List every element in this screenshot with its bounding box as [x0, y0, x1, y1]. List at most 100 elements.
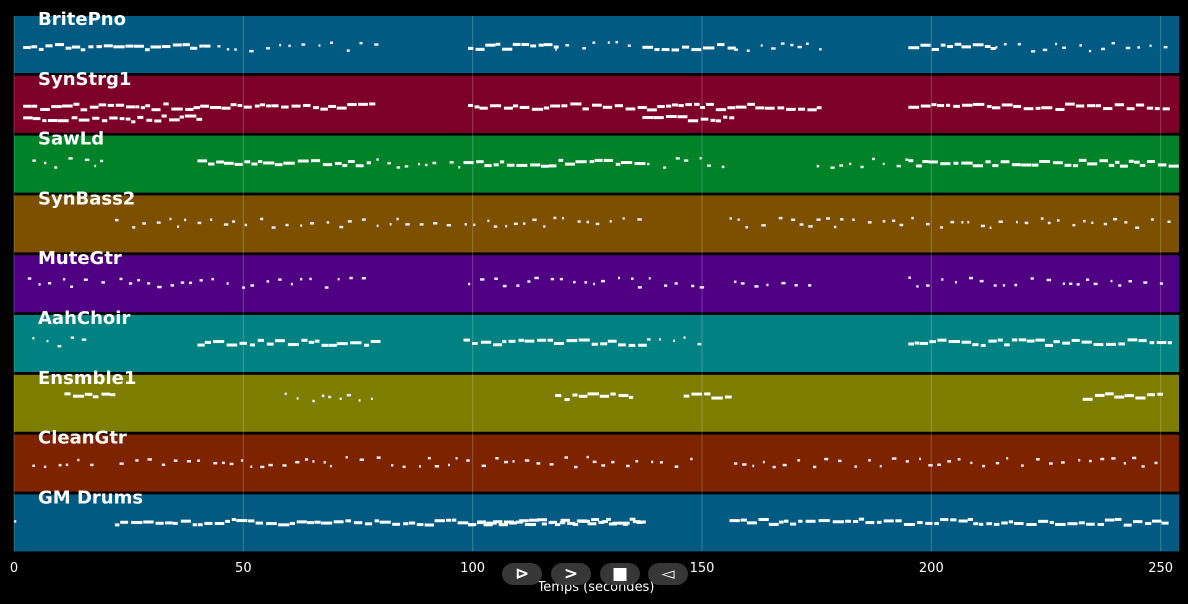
note — [23, 46, 31, 50]
note — [464, 223, 467, 226]
note — [244, 223, 248, 227]
note — [740, 282, 745, 285]
note — [180, 281, 185, 284]
note — [558, 158, 564, 162]
note — [80, 48, 86, 52]
note — [309, 277, 312, 281]
track-label: SynBass2 — [38, 188, 135, 209]
note — [266, 280, 270, 283]
note — [1118, 284, 1122, 287]
note — [646, 338, 651, 341]
note — [717, 43, 725, 47]
note — [94, 164, 97, 168]
note — [1097, 522, 1104, 526]
note — [979, 522, 984, 526]
note — [1072, 164, 1079, 168]
note — [1151, 519, 1162, 523]
note — [70, 336, 75, 339]
note — [972, 43, 984, 47]
note — [27, 277, 32, 280]
note — [683, 336, 686, 339]
note — [32, 104, 38, 108]
note — [342, 164, 348, 168]
note — [1075, 104, 1085, 108]
note — [260, 217, 264, 221]
note — [31, 45, 38, 49]
note — [559, 277, 563, 281]
note — [193, 106, 200, 110]
note — [1083, 219, 1086, 223]
note — [281, 105, 289, 109]
note — [249, 343, 256, 347]
note — [504, 460, 509, 464]
note — [83, 278, 88, 281]
note — [1167, 220, 1171, 224]
note — [950, 220, 955, 224]
rewind-button[interactable]: ◅ — [648, 563, 688, 585]
note — [1115, 160, 1120, 164]
note — [161, 114, 167, 118]
note — [524, 523, 537, 527]
note — [120, 520, 129, 524]
note — [697, 342, 702, 346]
note — [302, 103, 311, 107]
note — [953, 161, 959, 165]
track-label: SawLd — [38, 129, 104, 150]
note — [1023, 107, 1034, 111]
note — [1078, 521, 1085, 525]
note — [236, 519, 248, 523]
note — [334, 161, 342, 165]
note — [365, 522, 373, 526]
note — [867, 221, 872, 224]
note — [1114, 395, 1125, 399]
fast-forward-button[interactable]: > — [551, 563, 591, 585]
note — [915, 164, 922, 168]
play-button[interactable]: ⊳ — [502, 563, 542, 585]
note — [209, 106, 222, 110]
note — [1093, 282, 1098, 286]
note — [950, 518, 957, 522]
note — [278, 278, 282, 281]
note — [446, 518, 452, 522]
note — [805, 42, 809, 45]
note — [931, 48, 939, 52]
note — [204, 340, 211, 344]
note — [879, 465, 882, 468]
stop-button[interactable]: ■ — [600, 563, 640, 585]
note — [582, 47, 587, 50]
note — [622, 217, 625, 220]
note — [615, 40, 619, 44]
note — [300, 224, 303, 227]
note — [729, 519, 740, 523]
note — [687, 119, 699, 123]
note — [1127, 338, 1138, 342]
note — [353, 521, 363, 525]
note — [599, 394, 610, 398]
note — [321, 394, 325, 398]
note — [586, 220, 590, 224]
note — [324, 286, 329, 289]
note — [908, 276, 911, 279]
note — [1001, 103, 1013, 107]
note — [77, 458, 80, 462]
note — [216, 160, 224, 164]
note — [1078, 158, 1087, 162]
note — [908, 159, 914, 163]
note — [553, 342, 564, 346]
note — [1079, 44, 1082, 47]
note — [641, 520, 646, 524]
note — [808, 225, 813, 228]
note — [548, 164, 557, 168]
note — [346, 49, 350, 52]
note — [217, 45, 221, 48]
note — [405, 223, 410, 226]
note — [137, 278, 141, 282]
note — [666, 104, 672, 108]
note — [1071, 338, 1080, 342]
note — [839, 164, 844, 167]
note — [182, 43, 190, 47]
note — [172, 521, 178, 525]
note — [602, 520, 608, 524]
note — [903, 523, 916, 527]
note — [578, 519, 590, 523]
